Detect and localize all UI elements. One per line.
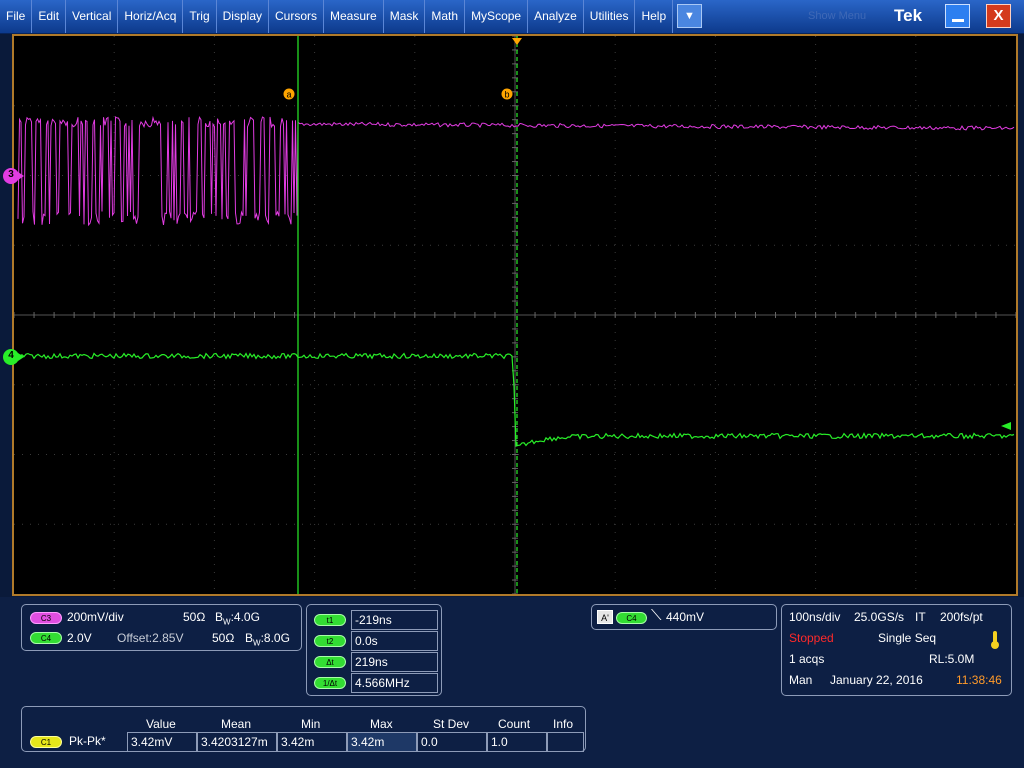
trigger-level-icon[interactable] [1001,422,1011,430]
cursor-dt-tag: Δt [314,656,346,668]
menu-edit[interactable]: Edit [32,0,67,33]
menu-vertical[interactable]: Vertical [66,0,119,33]
ch4-scale: 2.0V [67,631,92,645]
cursor-freq-tag: 1/Δt [314,677,346,689]
meas-name: Pk-Pk* [69,734,106,748]
graticule-svg: a b [14,36,1016,594]
ch4-impedance: 50Ω [212,631,235,645]
ch3-impedance: 50Ω [183,610,206,624]
menu-math[interactable]: Math [425,0,466,33]
acq-mode-it: IT [915,610,926,624]
menu-file[interactable]: File [0,0,33,33]
ch4-marker-label: 4 [8,350,14,361]
menu-trig[interactable]: Trig [183,0,217,33]
trigger-mode: Man [789,673,813,687]
ch3-scale: 200mV/div [67,610,124,624]
cursor-t2-tag: t2 [314,635,346,647]
acquisition-mode: Single Seq [878,631,937,645]
menu-display[interactable]: Display [217,0,269,33]
waveform-display[interactable]: a b [12,34,1018,596]
menu-help[interactable]: Help [635,0,674,33]
meas-header-count: Count [498,717,531,731]
meas-header-max: Max [370,717,393,731]
cursor-t1-tag: t1 [314,614,346,626]
cursor-a-label: a [286,90,291,100]
meas-count: 1.0 [487,732,547,752]
acquisition-count: 1 acqs [789,652,825,666]
meas-mean: 3.4203127m [197,732,277,752]
dropdown-button[interactable]: ▼ [677,4,702,28]
cursor-freq-value: 4.566MHz [351,673,438,693]
cursor-b-label: b [504,90,509,100]
cursor-dt-value: 219ns [351,652,438,672]
meas-value: 3.42mV [127,732,197,752]
trigger-channel-tag: C4 [616,612,647,624]
ch4-bandwidth: BW:8.0G [245,631,290,648]
trigger-position-icon[interactable] [512,38,522,45]
cursor-t2-value: 0.0s [351,631,438,651]
menu-myscope[interactable]: MyScope [465,0,529,33]
ch3-marker[interactable]: 3 [2,167,24,185]
show-menu-ghost-label: Show Menu [808,10,867,22]
cursor-b-marker[interactable]: b [501,88,513,100]
ch3-bandwidth: BW:4.0G [215,610,260,627]
ch4-marker[interactable]: 4 [2,348,24,366]
menu-bar: File Edit Vertical Horiz/Acq Trig Displa… [0,0,1024,34]
meas-header-value: Value [146,717,176,731]
close-button[interactable]: X [986,4,1011,28]
meas-min: 3.42m [277,732,347,752]
minimize-icon [952,19,964,22]
meas-stdev: 0.0 [417,732,487,752]
menu-cursors[interactable]: Cursors [269,0,325,33]
thermometer-icon [991,631,999,649]
meas-header-stdev: St Dev [433,717,470,731]
ch4-offset: Offset:2.85V [117,631,184,645]
meas-source-tag[interactable]: C1 [30,736,62,748]
menu-analyze[interactable]: Analyze [528,0,584,33]
trigger-level: 440mV [666,610,705,624]
ch4-tag[interactable]: C4 [30,632,62,644]
ch4-waveform [17,352,1015,447]
meas-header-info: Info [553,717,574,731]
run-status: Stopped [789,631,834,645]
graticule-grid [14,36,1016,594]
cursor-a-marker[interactable]: a [283,88,295,100]
ch3-tag[interactable]: C3 [30,612,62,624]
tek-logo: Tek [894,6,923,25]
time: 11:38:46 [956,673,1002,687]
meas-header-min: Min [301,717,321,731]
date: January 22, 2016 [830,673,923,687]
ch3-marker-label: 3 [8,169,14,180]
menu-utilities[interactable]: Utilities [584,0,636,33]
sample-rate: 25.0GS/s [854,610,905,624]
record-length: RL:5.0M [929,652,975,666]
timebase: 100ns/div [789,610,841,624]
resolution: 200fs/pt [940,610,983,624]
meas-max: 3.42m [347,732,417,752]
cursor-t1-value: -219ns [351,610,438,630]
menu-mask[interactable]: Mask [384,0,426,33]
menu-list: File Edit Vertical Horiz/Acq Trig Displa… [0,0,674,33]
menu-horiz-acq[interactable]: Horiz/Acq [118,0,184,33]
meas-info [547,732,584,752]
menu-measure[interactable]: Measure [324,0,384,33]
trigger-slope-icon: ⟍ [651,607,662,624]
meas-header-mean: Mean [221,717,252,731]
trigger-source-tag: A' [597,610,613,624]
minimize-button[interactable] [945,4,970,28]
